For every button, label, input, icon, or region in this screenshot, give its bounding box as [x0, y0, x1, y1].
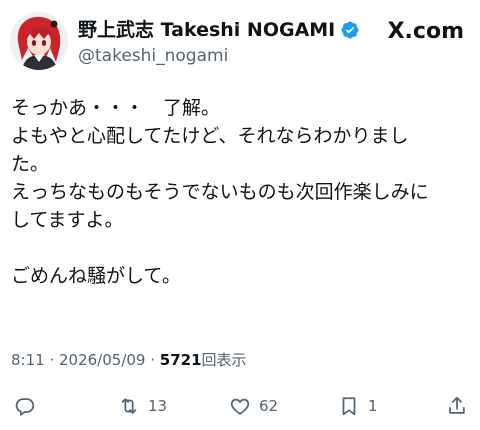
repost-button[interactable]: 13 — [118, 390, 167, 422]
like-icon — [230, 398, 250, 415]
tweet-metadata: 8:11 · 2026/05/09 · 5721回表示 — [11, 350, 247, 370]
share-icon — [449, 396, 465, 414]
tweet-text-line — [11, 234, 471, 262]
reply-icon — [15, 398, 35, 416]
like-button[interactable]: 62 — [229, 390, 278, 422]
avatar[interactable] — [10, 12, 68, 70]
verified-badge-icon — [341, 21, 359, 39]
tweet-text-line: よもやと心配してたけど、それならわかりまし — [11, 125, 409, 147]
display-name-text[interactable]: 野上武志 Takeshi NOGAMI — [78, 18, 335, 42]
bookmark-button[interactable]: 1 — [338, 390, 378, 422]
user-handle[interactable]: @takeshi_nogami — [78, 45, 228, 67]
tweet-text-line: そっかあ・・・ 了解。 — [11, 97, 221, 119]
action-bar: 13 62 1 — [0, 390, 480, 422]
like-count: 62 — [259, 397, 279, 415]
meta-separator: · — [44, 351, 59, 369]
tweet-text-line: えっちなものもそうでないものも次回作楽しみに — [11, 181, 429, 203]
tweet-text-line: た。 — [11, 153, 50, 175]
reply-button[interactable] — [14, 390, 36, 422]
meta-separator: · — [145, 351, 160, 369]
tweet-text-line: ごめんね騒がして。 — [11, 265, 181, 287]
tweet-header: 野上武志 Takeshi NOGAMI @takeshi_nogami X.co… — [0, 0, 480, 80]
bookmark-icon — [342, 397, 356, 416]
tweet-time[interactable]: 8:11 — [11, 351, 45, 369]
view-count: 5721 — [159, 351, 202, 369]
bookmark-count: 1 — [368, 397, 378, 415]
tweet-text: そっかあ・・・ 了解。 よもやと心配してたけど、それならわかりまし た。 えっち… — [11, 94, 471, 290]
share-button[interactable] — [446, 390, 468, 422]
display-name[interactable]: 野上武志 Takeshi NOGAMI — [78, 18, 360, 42]
tweet-text-line: してますよ。 — [11, 209, 124, 231]
view-count-label: 回表示 — [201, 351, 247, 369]
tweet-date[interactable]: 2026/05/09 — [59, 351, 145, 369]
repost-icon — [121, 398, 137, 414]
avatar-image — [10, 12, 68, 70]
x-com-logo: X.com — [387, 19, 464, 44]
repost-count: 13 — [148, 397, 168, 415]
